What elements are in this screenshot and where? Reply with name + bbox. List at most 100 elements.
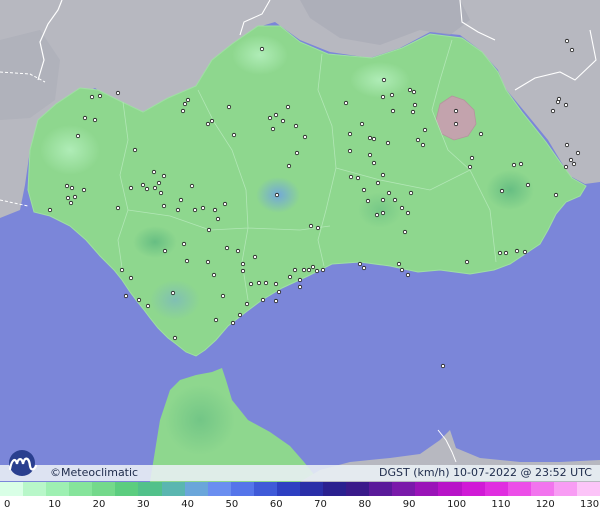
station-marker[interactable] — [92, 117, 98, 123]
station-marker[interactable] — [405, 272, 411, 278]
station-marker[interactable] — [97, 93, 103, 99]
station-marker[interactable] — [273, 298, 279, 304]
station-marker[interactable] — [306, 267, 312, 273]
station-marker[interactable] — [64, 183, 70, 189]
station-marker[interactable] — [151, 169, 157, 175]
station-marker[interactable] — [367, 152, 373, 158]
station-marker[interactable] — [569, 47, 575, 53]
station-marker[interactable] — [213, 317, 219, 323]
station-marker[interactable] — [161, 173, 167, 179]
station-marker[interactable] — [145, 303, 151, 309]
station-marker[interactable] — [348, 174, 354, 180]
station-marker[interactable] — [564, 38, 570, 44]
station-marker[interactable] — [297, 277, 303, 283]
station-marker[interactable] — [310, 264, 316, 270]
station-marker[interactable] — [301, 267, 307, 273]
station-marker[interactable] — [89, 94, 95, 100]
station-marker[interactable] — [252, 254, 258, 260]
station-marker[interactable] — [355, 175, 361, 181]
station-marker[interactable] — [123, 293, 129, 299]
station-marker[interactable] — [286, 163, 292, 169]
station-marker[interactable] — [181, 241, 187, 247]
station-marker[interactable] — [185, 97, 191, 103]
station-marker[interactable] — [292, 267, 298, 273]
station-marker[interactable] — [375, 180, 381, 186]
station-marker[interactable] — [399, 267, 405, 273]
station-marker[interactable] — [410, 109, 416, 115]
station-marker[interactable] — [240, 261, 246, 267]
station-marker[interactable] — [380, 94, 386, 100]
station-marker[interactable] — [212, 207, 218, 213]
station-marker[interactable] — [343, 100, 349, 106]
station-marker[interactable] — [392, 197, 398, 203]
station-marker[interactable] — [222, 201, 228, 207]
station-marker[interactable] — [205, 121, 211, 127]
station-marker[interactable] — [115, 205, 121, 211]
station-marker[interactable] — [237, 312, 243, 318]
station-marker[interactable] — [302, 134, 308, 140]
station-marker[interactable] — [315, 225, 321, 231]
station-marker[interactable] — [525, 182, 531, 188]
station-marker[interactable] — [293, 123, 299, 129]
station-marker[interactable] — [140, 182, 146, 188]
station-marker[interactable] — [371, 136, 377, 142]
station-marker[interactable] — [294, 150, 300, 156]
station-marker[interactable] — [522, 249, 528, 255]
station-marker[interactable] — [511, 162, 517, 168]
station-marker[interactable] — [571, 161, 577, 167]
station-marker[interactable] — [555, 99, 561, 105]
station-marker[interactable] — [231, 132, 237, 138]
station-marker[interactable] — [380, 172, 386, 178]
station-marker[interactable] — [128, 185, 134, 191]
station-marker[interactable] — [220, 293, 226, 299]
station-marker[interactable] — [374, 212, 380, 218]
station-marker[interactable] — [161, 203, 167, 209]
station-marker[interactable] — [240, 268, 246, 274]
station-marker[interactable] — [390, 108, 396, 114]
station-marker[interactable] — [380, 210, 386, 216]
station-marker[interactable] — [248, 281, 254, 287]
station-marker[interactable] — [361, 187, 367, 193]
station-marker[interactable] — [180, 108, 186, 114]
station-marker[interactable] — [389, 92, 395, 98]
station-marker[interactable] — [499, 188, 505, 194]
station-marker[interactable] — [347, 148, 353, 154]
station-marker[interactable] — [172, 335, 178, 341]
station-marker[interactable] — [514, 248, 520, 254]
station-marker[interactable] — [408, 190, 414, 196]
station-marker[interactable] — [396, 261, 402, 267]
station-marker[interactable] — [405, 210, 411, 216]
station-marker[interactable] — [361, 265, 367, 271]
station-marker[interactable] — [244, 301, 250, 307]
station-marker[interactable] — [152, 185, 158, 191]
station-marker[interactable] — [440, 363, 446, 369]
station-marker[interactable] — [263, 280, 269, 286]
station-marker[interactable] — [170, 290, 176, 296]
station-marker[interactable] — [235, 248, 241, 254]
station-marker[interactable] — [274, 192, 280, 198]
station-marker[interactable] — [503, 250, 509, 256]
station-marker[interactable] — [497, 250, 503, 256]
station-marker[interactable] — [260, 297, 266, 303]
station-marker[interactable] — [407, 87, 413, 93]
station-marker[interactable] — [550, 108, 556, 114]
station-marker[interactable] — [399, 205, 405, 211]
station-marker[interactable] — [75, 133, 81, 139]
station-marker[interactable] — [200, 205, 206, 211]
station-marker[interactable] — [297, 284, 303, 290]
station-marker[interactable] — [230, 320, 236, 326]
station-marker[interactable] — [575, 150, 581, 156]
station-marker[interactable] — [564, 142, 570, 148]
station-marker[interactable] — [420, 142, 426, 148]
station-marker[interactable] — [82, 115, 88, 121]
station-marker[interactable] — [563, 102, 569, 108]
station-marker[interactable] — [256, 280, 262, 286]
station-marker[interactable] — [189, 183, 195, 189]
station-marker[interactable] — [178, 197, 184, 203]
station-marker[interactable] — [273, 281, 279, 287]
station-marker[interactable] — [226, 104, 232, 110]
station-marker[interactable] — [280, 118, 286, 124]
station-marker[interactable] — [158, 190, 164, 196]
station-marker[interactable] — [453, 121, 459, 127]
station-marker[interactable] — [411, 89, 417, 95]
